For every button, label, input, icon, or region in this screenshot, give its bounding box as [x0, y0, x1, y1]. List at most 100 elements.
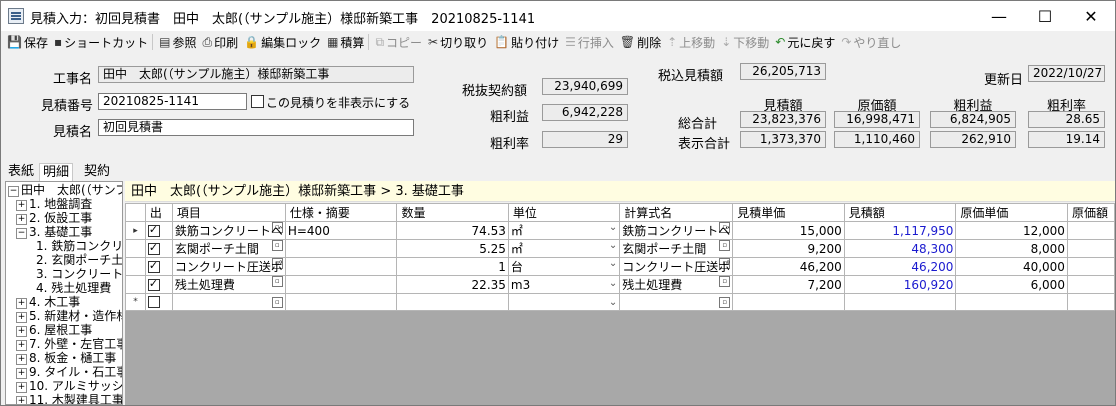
out-cell[interactable] — [144, 239, 173, 258]
unit-cell[interactable]: ⌄ m3 — [507, 275, 621, 294]
formula-lookup-icon[interactable]: ▫ — [719, 276, 731, 287]
table-row[interactable]: ▫コンクリート圧送ポ1⌄台▫コンクリート圧送ポ46,20046,20040,00… — [125, 257, 1115, 276]
output-checkbox[interactable] — [147, 259, 160, 273]
expand-icon[interactable]: + — [16, 326, 27, 337]
cost-unit-cell[interactable]: 40,000 — [955, 257, 1068, 276]
cut-button[interactable]: ✂ 切り取り — [428, 34, 488, 51]
col-formula[interactable]: 計算式名 — [619, 203, 734, 222]
expand-icon[interactable]: + — [16, 368, 27, 379]
move-up-button[interactable]: ⇡ 上移動 — [667, 34, 715, 51]
formula-cell[interactable]: ▫ 玄関ポーチ土間 — [619, 239, 734, 258]
col-out[interactable]: 出 — [144, 203, 173, 222]
table-row[interactable]: ▸▫鉄筋コンクリートベH=40074.53⌄㎡▫鉄筋コンクリートベ15,0001… — [125, 221, 1115, 240]
copy-button[interactable]: ⧉ コピー — [375, 34, 422, 51]
tree-item[interactable]: +10. アルミサッシ工 — [16, 379, 122, 393]
tab-contract[interactable]: 契約 — [81, 163, 113, 181]
paste-button[interactable]: 📋 貼り付け — [494, 34, 559, 51]
insert-row-button[interactable]: ☰ 行挿入 — [565, 34, 614, 51]
expand-icon[interactable]: + — [16, 396, 27, 404]
unit-cell[interactable]: ⌄ ㎡ — [507, 239, 621, 258]
cost-unit-cell[interactable]: 6,000 — [955, 275, 1068, 294]
expand-icon[interactable]: + — [16, 354, 27, 365]
tree-item[interactable]: +11. 木製建具工事 — [16, 393, 122, 404]
collapse-icon[interactable]: − — [8, 186, 19, 197]
col-cost-amount[interactable]: 原価額 — [1066, 203, 1115, 222]
move-down-button[interactable]: ⇣ 下移動 — [721, 34, 769, 51]
col-amount[interactable]: 見積額 — [843, 203, 957, 222]
item-cell[interactable]: ▫ — [171, 293, 286, 311]
minimize-button[interactable]: — — [976, 1, 1022, 31]
formula-cell[interactable]: ▫ 鉄筋コンクリートベ — [619, 221, 734, 240]
print-button[interactable]: ⎙ 印刷 — [202, 34, 238, 51]
new-row[interactable]: * ▫ ⌄ ▫ — [125, 293, 1115, 311]
item-cell[interactable]: ▫ 鉄筋コンクリートベ — [171, 221, 286, 240]
row-selector[interactable] — [125, 257, 146, 276]
out-cell[interactable] — [144, 221, 173, 240]
formula-cell[interactable]: ▫ コンクリート圧送ポ — [619, 257, 734, 276]
unit-price-cell[interactable]: 7,200 — [732, 275, 845, 294]
collapse-icon[interactable]: − — [16, 228, 27, 239]
reference-button[interactable]: ▤ 参照 — [159, 34, 196, 51]
unit-price-cell[interactable]: 9,200 — [732, 239, 845, 258]
cost-unit-cell[interactable] — [955, 293, 1068, 311]
tree-item[interactable]: 2. 玄関ポーチ土 — [36, 253, 122, 267]
hide-estimate-checkbox[interactable] — [251, 95, 264, 108]
close-button[interactable]: ✕ — [1068, 1, 1114, 31]
item-cell[interactable]: ▫ コンクリート圧送ポ — [171, 257, 286, 276]
output-checkbox[interactable] — [147, 223, 160, 237]
spec-cell[interactable] — [284, 257, 398, 276]
table-row[interactable]: ▫ 残土処理費 22.35 ⌄ m3 ▫ 残土処理費 7,200160,9206,000 — [125, 275, 1115, 294]
unit-cell[interactable]: ⌄ — [507, 293, 621, 311]
expand-icon[interactable]: + — [16, 298, 27, 309]
tree-item[interactable]: +1. 地盤調査 — [16, 197, 92, 211]
tree-item[interactable]: +7. 外壁・左官工事 — [16, 337, 122, 351]
chevron-down-icon[interactable]: ⌄ — [609, 278, 617, 289]
spec-cell[interactable] — [284, 293, 398, 311]
qty-cell[interactable]: 1 — [396, 257, 509, 276]
delete-button[interactable]: 🗑 削除 — [620, 34, 661, 51]
tree-item[interactable]: 1. 鉄筋コンクリー — [36, 239, 122, 253]
output-checkbox[interactable] — [147, 277, 160, 291]
item-lookup-icon[interactable]: ▫ — [271, 296, 283, 308]
table-row[interactable]: ▫玄関ポーチ土間5.25⌄㎡▫玄関ポーチ土間9,20048,3008,000 — [125, 239, 1115, 258]
maximize-button[interactable]: ☐ — [1022, 1, 1068, 31]
unit-cell[interactable]: ⌄ ㎡ — [507, 221, 621, 240]
chevron-down-icon[interactable]: ⌄ — [609, 259, 617, 270]
estimate-name-field[interactable]: 初回見積書 — [98, 119, 414, 136]
cost-unit-cell[interactable]: 12,000 — [955, 221, 1068, 240]
tree-root[interactable]: −田中 太郎(（サンプル — [8, 183, 122, 197]
unit-cell[interactable]: ⌄ 台 — [507, 257, 621, 276]
expand-icon[interactable]: + — [16, 214, 27, 225]
expand-icon[interactable]: + — [16, 312, 27, 323]
formula-lookup-icon[interactable]: ▫ — [719, 296, 731, 308]
item-lookup-icon[interactable]: ▫ — [271, 240, 283, 251]
unit-price-cell[interactable]: 46,200 — [732, 257, 845, 276]
tree-item[interactable]: +8. 板金・樋工事 — [16, 351, 116, 365]
formula-lookup-icon[interactable]: ▫ — [719, 240, 731, 251]
redo-button[interactable]: ↷ やり直し — [841, 34, 901, 51]
chevron-down-icon[interactable]: ⌄ — [609, 241, 617, 252]
spec-cell[interactable] — [284, 239, 398, 258]
qty-cell[interactable]: 22.35 — [396, 275, 509, 294]
chevron-down-icon[interactable]: ⌄ — [609, 223, 617, 234]
out-cell[interactable] — [144, 257, 173, 276]
tree-item[interactable]: +6. 屋根工事 — [16, 323, 92, 337]
shortcut-button[interactable]: ▪ ショートカット — [54, 34, 148, 51]
formula-cell[interactable]: ▫ — [619, 293, 734, 311]
tree-item[interactable]: −3. 基礎工事 — [16, 225, 92, 239]
expand-icon[interactable]: + — [16, 200, 27, 211]
tree-item[interactable]: 3. コンクリート圧 — [36, 267, 122, 281]
tree-item[interactable]: 4. 残土処理費 — [36, 281, 111, 295]
col-unit[interactable]: 単位 — [507, 203, 621, 222]
col-item[interactable]: 項目 — [171, 203, 286, 222]
save-button[interactable]: 💾 保存 — [7, 34, 48, 51]
qty-cell[interactable] — [396, 293, 509, 311]
edit-lock-button[interactable]: 🔒 編集ロック — [244, 34, 321, 51]
estimate-number-field[interactable]: 20210825-1141 — [98, 93, 247, 110]
row-selector[interactable]: ▸ — [125, 221, 146, 240]
detail-grid[interactable]: 出 項目 仕様・摘要 数量 単位 計算式名 見積単価 見積額 原価単価 原価額 … — [125, 203, 1115, 311]
tree-item[interactable]: +2. 仮設工事 — [16, 211, 92, 225]
expand-icon[interactable]: + — [16, 340, 27, 351]
unit-price-cell[interactable]: 15,000 — [732, 221, 845, 240]
cost-unit-cell[interactable]: 8,000 — [955, 239, 1068, 258]
